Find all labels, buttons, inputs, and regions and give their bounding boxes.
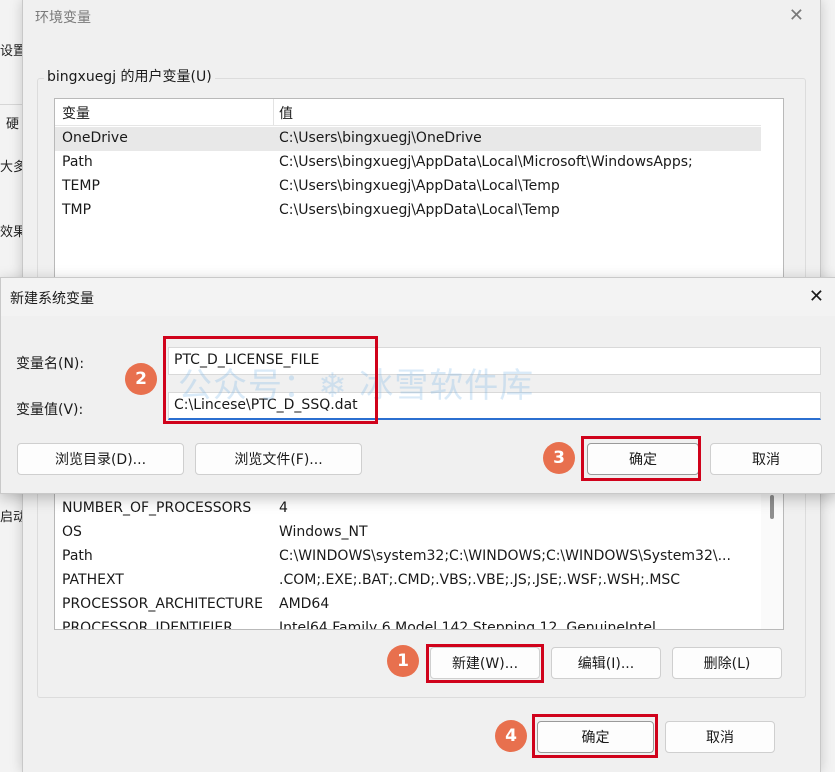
highlight-new-button bbox=[426, 644, 544, 683]
highlight-env-ok bbox=[532, 714, 658, 758]
var-name: OS bbox=[62, 524, 82, 540]
user-vars-list[interactable]: 变量 值 OneDrive C:\Users\bingxuegj\OneDriv… bbox=[54, 98, 784, 290]
var-name: PROCESSOR_IDENTIFIER bbox=[62, 620, 233, 630]
table-row[interactable]: PROCESSOR_IDENTIFIER Intel64 Family 6 Mo… bbox=[55, 617, 761, 630]
var-value: C:\WINDOWS\system32;C:\WINDOWS;C:\WINDOW… bbox=[279, 548, 731, 564]
var-value: C:\Users\bingxuegj\AppData\Local\Temp bbox=[279, 178, 560, 194]
bg-text-hardware: 硬 bbox=[6, 117, 20, 132]
var-value: C:\Users\bingxuegj\AppData\Local\Microso… bbox=[279, 154, 693, 170]
step-badge-2: 2 bbox=[125, 363, 157, 395]
dialog-title: 环境变量 bbox=[35, 10, 91, 26]
dialog-title: 新建系统变量 bbox=[10, 291, 94, 307]
var-value: Windows_NT bbox=[279, 524, 368, 540]
var-value: C:\Users\bingxuegj\OneDrive bbox=[279, 130, 482, 146]
system-vars-scrollbar[interactable] bbox=[761, 471, 783, 629]
table-row[interactable]: NUMBER_OF_PROCESSORS 4 bbox=[55, 497, 761, 521]
var-value: Intel64 Family 6 Model 142 Stepping 12, … bbox=[279, 620, 656, 630]
table-row[interactable]: TMP C:\Users\bingxuegj\AppData\Local\Tem… bbox=[55, 199, 761, 223]
column-separator[interactable] bbox=[273, 99, 274, 125]
var-name: TEMP bbox=[62, 178, 100, 194]
variable-value-label: 变量值(V): bbox=[16, 402, 84, 418]
var-name: PROCESSOR_ARCHITECTURE bbox=[62, 596, 263, 612]
var-value: .COM;.EXE;.BAT;.CMD;.VBS;.VBE;.JS;.JSE;.… bbox=[279, 572, 681, 588]
edit-variable-button[interactable]: 编辑(I)... bbox=[551, 647, 661, 679]
var-name: NUMBER_OF_PROCESSORS bbox=[62, 500, 252, 516]
table-row[interactable]: PROCESSOR_ARCHITECTURE AMD64 bbox=[55, 593, 761, 617]
variable-name-label: 变量名(N): bbox=[16, 356, 85, 372]
var-name: Path bbox=[62, 548, 93, 564]
env-cancel-button[interactable]: 取消 bbox=[665, 721, 775, 753]
new-var-cancel-button[interactable]: 取消 bbox=[710, 443, 822, 475]
table-row[interactable]: PATHEXT .COM;.EXE;.BAT;.CMD;.VBS;.VBE;.J… bbox=[55, 569, 761, 593]
bg-divider bbox=[0, 104, 24, 105]
table-row[interactable]: OS Windows_NT bbox=[55, 521, 761, 545]
var-name: PATHEXT bbox=[62, 572, 124, 588]
browse-directory-button[interactable]: 浏览目录(D)... bbox=[17, 443, 184, 475]
column-header-variable[interactable]: 变量 bbox=[62, 103, 90, 123]
step-badge-3: 3 bbox=[543, 442, 575, 474]
var-value: 4 bbox=[279, 500, 288, 516]
var-value: AMD64 bbox=[279, 596, 330, 612]
close-icon[interactable]: ✕ bbox=[789, 6, 804, 26]
column-header-value[interactable]: 值 bbox=[279, 103, 293, 123]
step-badge-4: 4 bbox=[495, 720, 527, 752]
highlight-input-fields bbox=[163, 336, 378, 424]
var-value: C:\Users\bingxuegj\AppData\Local\Temp bbox=[279, 202, 560, 218]
scrollbar-thumb[interactable] bbox=[770, 495, 774, 519]
var-name: OneDrive bbox=[62, 130, 128, 146]
var-name: Path bbox=[62, 154, 93, 170]
highlight-new-var-ok bbox=[581, 436, 701, 481]
table-row[interactable]: OneDrive C:\Users\bingxuegj\OneDrive bbox=[55, 127, 761, 151]
system-vars-list[interactable]: NUMBER_OF_PROCESSORS 4 OS Windows_NT Pat… bbox=[54, 470, 784, 630]
table-row[interactable]: Path C:\WINDOWS\system32;C:\WINDOWS;C:\W… bbox=[55, 545, 761, 569]
delete-variable-button[interactable]: 删除(L) bbox=[672, 647, 782, 679]
browse-file-button[interactable]: 浏览文件(F)... bbox=[195, 443, 362, 475]
var-name: TMP bbox=[62, 202, 92, 218]
table-row[interactable]: Path C:\Users\bingxuegj\AppData\Local\Mi… bbox=[55, 151, 761, 175]
user-vars-group-label: bingxuegj 的用户变量(U) bbox=[44, 66, 215, 86]
close-icon[interactable]: ✕ bbox=[809, 287, 824, 307]
table-row[interactable]: TEMP C:\Users\bingxuegj\AppData\Local\Te… bbox=[55, 175, 761, 199]
step-badge-1: 1 bbox=[387, 645, 419, 677]
list-header: 变量 值 bbox=[55, 99, 761, 126]
